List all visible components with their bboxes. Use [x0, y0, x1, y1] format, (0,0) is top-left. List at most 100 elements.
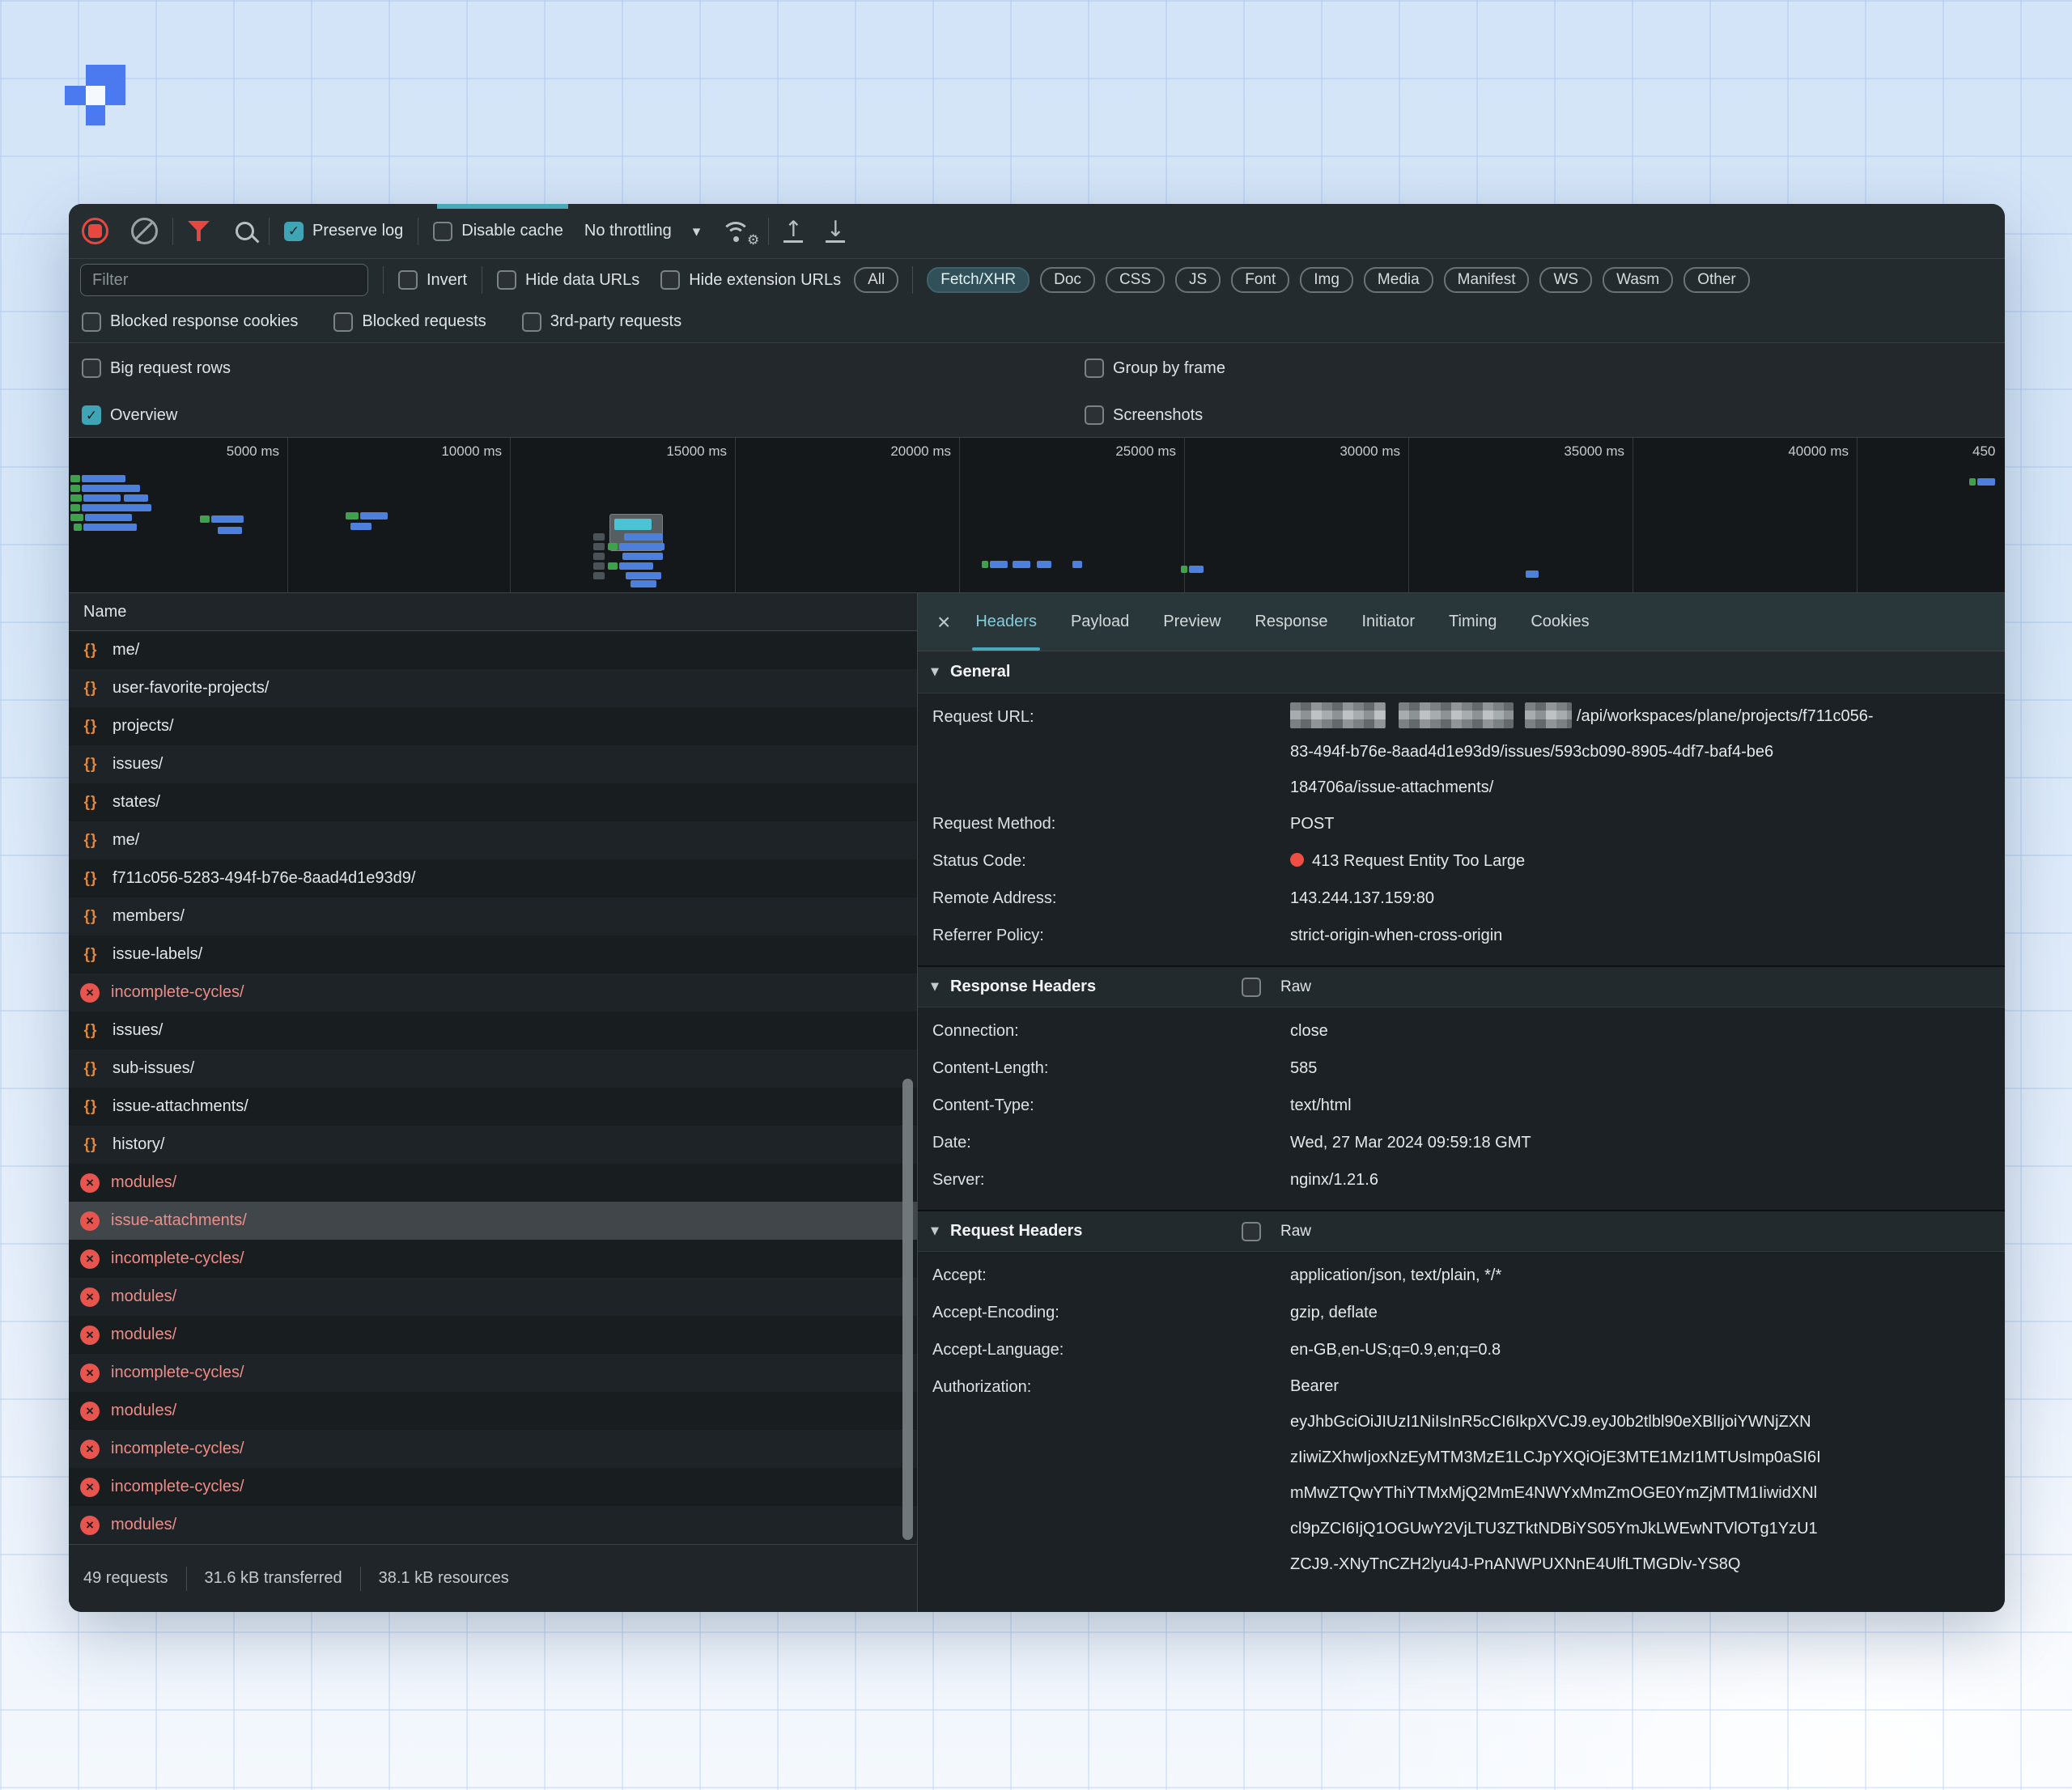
- request-row[interactable]: {}user-favorite-projects/: [69, 669, 917, 707]
- request-row[interactable]: {}projects/: [69, 707, 917, 745]
- waterfall-bar: [85, 514, 132, 521]
- filter-chip-font[interactable]: Font: [1231, 267, 1289, 293]
- waterfall-bar: [1037, 561, 1051, 568]
- timeline-gridline: [1408, 438, 1409, 592]
- disable-cache-checkbox[interactable]: ✓ Disable cache: [433, 222, 563, 241]
- request-row[interactable]: {}f711c056-5283-494f-b76e-8aad4d1e93d9/: [69, 859, 917, 897]
- overview-checkbox[interactable]: ✓ Overview: [82, 405, 177, 425]
- clear-network-log-button[interactable]: [131, 218, 158, 244]
- headers-sections: ▼GeneralRequest URL:/api/workspaces/plan…: [918, 651, 2005, 1612]
- header-row: Content-Type:text/html: [918, 1087, 2005, 1124]
- request-name: modules/: [111, 1173, 176, 1192]
- request-row[interactable]: ×incomplete-cycles/: [69, 1240, 917, 1278]
- filter-input[interactable]: [80, 264, 368, 296]
- tab-payload[interactable]: Payload: [1071, 593, 1129, 651]
- request-row[interactable]: ×modules/: [69, 1278, 917, 1316]
- filter-chip-fetch-xhr[interactable]: Fetch/XHR: [927, 267, 1030, 293]
- xhr-icon: {}: [80, 794, 101, 812]
- tab-preview[interactable]: Preview: [1163, 593, 1221, 651]
- record-network-log-button[interactable]: [82, 218, 108, 244]
- tab-timing[interactable]: Timing: [1449, 593, 1497, 651]
- chevron-down-icon[interactable]: ▾: [693, 223, 701, 240]
- section-title: Response Headers: [950, 978, 1230, 996]
- request-name: states/: [113, 793, 160, 812]
- request-row[interactable]: ×modules/: [69, 1506, 917, 1544]
- filter-chip-wasm[interactable]: Wasm: [1603, 267, 1673, 293]
- filter-chip-doc[interactable]: Doc: [1040, 267, 1095, 293]
- close-icon[interactable]: ×: [937, 611, 950, 634]
- request-row[interactable]: {}issue-labels/: [69, 935, 917, 973]
- request-row[interactable]: ×incomplete-cycles/: [69, 1430, 917, 1468]
- request-row[interactable]: {}issue-attachments/: [69, 1088, 917, 1126]
- name-column-header[interactable]: Name: [69, 593, 917, 631]
- export-har-button[interactable]: ↓: [826, 220, 845, 243]
- blocked-requests-checkbox[interactable]: ✓ Blocked requests: [333, 312, 486, 332]
- request-row[interactable]: ×modules/: [69, 1164, 917, 1202]
- list-scrollbar-thumb[interactable]: [902, 1079, 913, 1540]
- request-row[interactable]: ×modules/: [69, 1392, 917, 1430]
- header-row: Connection:close: [918, 1012, 2005, 1050]
- screenshots-checkbox[interactable]: ✓ Screenshots: [1085, 405, 1203, 425]
- waterfall-bar: [74, 524, 82, 531]
- filter-chip-media[interactable]: Media: [1364, 267, 1433, 293]
- waterfall-bar: [1977, 478, 1995, 486]
- third-party-requests-checkbox[interactable]: ✓ 3rd-party requests: [522, 312, 681, 332]
- request-row[interactable]: ×incomplete-cycles/: [69, 1468, 917, 1506]
- filter-chip-other[interactable]: Other: [1684, 267, 1750, 293]
- request-row[interactable]: {}me/: [69, 821, 917, 859]
- filter-chip-manifest[interactable]: Manifest: [1444, 267, 1530, 293]
- request-row[interactable]: {}issues/: [69, 1012, 917, 1050]
- search-icon[interactable]: [236, 222, 254, 240]
- tab-response[interactable]: Response: [1255, 593, 1327, 651]
- tab-cookies[interactable]: Cookies: [1531, 593, 1589, 651]
- filter-chip-js[interactable]: JS: [1175, 267, 1221, 293]
- chevron-down-icon: ▼: [931, 981, 939, 993]
- error-icon: ×: [80, 1516, 100, 1535]
- overview-timeline-strip[interactable]: 5000 ms10000 ms15000 ms20000 ms25000 ms3…: [69, 437, 2005, 593]
- request-row[interactable]: {} states/: [69, 783, 917, 821]
- import-har-button[interactable]: ↑: [783, 220, 803, 243]
- hide-extension-urls-checkbox[interactable]: ✓ Hide extension URLs: [660, 270, 841, 290]
- tab-headers[interactable]: Headers: [975, 593, 1037, 651]
- request-name: history/: [113, 1135, 164, 1154]
- request-row[interactable]: {}history/: [69, 1126, 917, 1164]
- filter-chip-all[interactable]: All: [854, 267, 898, 293]
- request-row[interactable]: {}sub-issues/: [69, 1050, 917, 1088]
- request-row[interactable]: ×issue-attachments/: [69, 1202, 917, 1240]
- section-header-general[interactable]: ▼General: [918, 651, 2005, 694]
- waterfall-bar: [360, 512, 388, 520]
- filter-icon[interactable]: [188, 221, 210, 241]
- request-row[interactable]: {}me/: [69, 631, 917, 669]
- header-value: BearereyJhbGciOiJIUzI1NiIsInR5cCI6IkpXVC…: [1290, 1368, 2005, 1582]
- request-row[interactable]: ×incomplete-cycles/: [69, 1354, 917, 1392]
- filter-chip-css[interactable]: CSS: [1106, 267, 1165, 293]
- requests-count: 49 requests: [83, 1569, 168, 1588]
- section-title: Request Headers: [950, 1222, 1230, 1241]
- blocked-response-cookies-checkbox[interactable]: ✓ Blocked response cookies: [82, 312, 298, 332]
- auth-token-line: zIiwiZXhwIjoxNzEyMTM3MzE1LCJpYXQiOjE3MTE…: [1290, 1440, 1981, 1475]
- request-row[interactable]: ×incomplete-cycles/: [69, 973, 917, 1012]
- filter-chip-ws[interactable]: WS: [1539, 267, 1592, 293]
- header-value: 413 Request Entity Too Large: [1290, 842, 2005, 880]
- tab-initiator[interactable]: Initiator: [1361, 593, 1415, 651]
- header-value: application/json, text/plain, */*: [1290, 1257, 2005, 1294]
- big-request-rows-checkbox[interactable]: ✓ Big request rows: [82, 358, 231, 378]
- filter-chip-img[interactable]: Img: [1300, 267, 1353, 293]
- request-row[interactable]: {}issues/: [69, 745, 917, 783]
- throttling-select[interactable]: No throttling: [584, 222, 672, 240]
- requests-list-pane: Name {}me/{}user-favorite-projects/{}pro…: [69, 593, 917, 1612]
- raw-toggle-checkbox[interactable]: ✓: [1242, 978, 1261, 997]
- section-header-response-headers[interactable]: ▼Response Headers✓Raw: [918, 965, 2005, 1007]
- invert-checkbox[interactable]: ✓ Invert: [398, 270, 467, 290]
- header-row: Date:Wed, 27 Mar 2024 09:59:18 GMT: [918, 1124, 2005, 1161]
- request-row[interactable]: {}members/: [69, 897, 917, 935]
- waterfall-bar: [631, 580, 656, 587]
- raw-toggle-checkbox[interactable]: ✓: [1242, 1222, 1261, 1241]
- request-row[interactable]: ×modules/: [69, 1316, 917, 1354]
- hide-data-urls-checkbox[interactable]: ✓ Hide data URLs: [497, 270, 639, 290]
- network-conditions-icon[interactable]: ⚙: [721, 219, 754, 244]
- group-by-frame-checkbox[interactable]: ✓ Group by frame: [1085, 358, 1225, 378]
- section-header-request-headers[interactable]: ▼Request Headers✓Raw: [918, 1210, 2005, 1252]
- preserve-log-checkbox[interactable]: ✓ Preserve log: [284, 222, 403, 241]
- redacted-host-blur: [1399, 702, 1514, 728]
